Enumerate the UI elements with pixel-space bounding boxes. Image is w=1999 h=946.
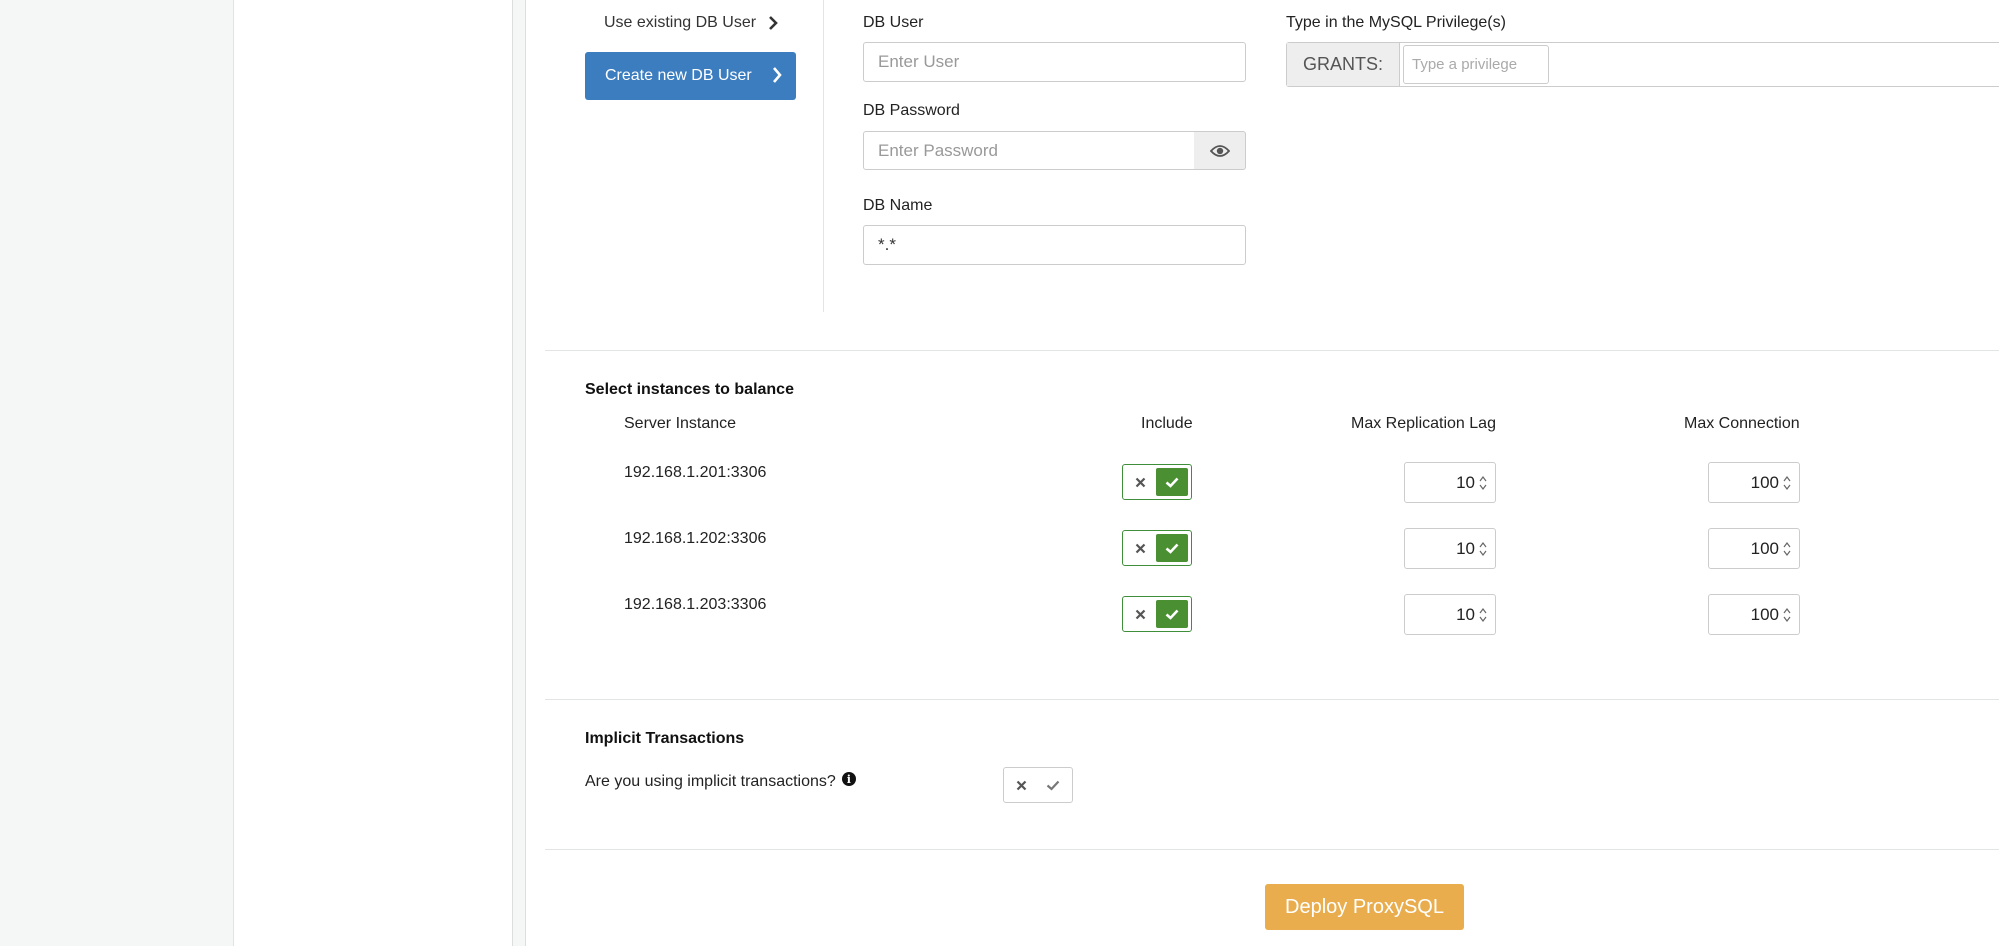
chevron-right-icon — [773, 67, 782, 83]
instances-title: Select instances to balance — [585, 381, 794, 398]
header-max-replication-lag: Max Replication Lag — [1351, 415, 1496, 432]
left-gutter — [0, 0, 234, 946]
implicit-transactions-question: Are you using implicit transactions? i — [585, 772, 856, 791]
max-connection-value: 100 — [1750, 604, 1779, 624]
create-new-label: Create new DB User — [605, 67, 752, 84]
check-icon[interactable] — [1155, 600, 1188, 628]
include-toggle[interactable] — [1122, 464, 1192, 500]
server-instance: 192.168.1.203:3306 — [624, 596, 767, 613]
chevron-right-icon — [769, 16, 778, 30]
implicit-transactions-toggle[interactable] — [1003, 767, 1073, 803]
max-replication-lag-input[interactable]: 10 — [1404, 594, 1496, 635]
middle-column — [234, 0, 512, 946]
max-connection-input[interactable]: 100 — [1708, 594, 1800, 635]
max-replication-lag-value: 10 — [1456, 538, 1475, 558]
include-toggle[interactable] — [1122, 530, 1192, 566]
create-new-db-user-button[interactable]: Create new DB User — [585, 52, 796, 100]
server-instance: 192.168.1.201:3306 — [624, 464, 767, 481]
max-connection-input[interactable]: 100 — [1708, 462, 1800, 503]
check-icon[interactable] — [1037, 771, 1069, 799]
db-name-value: *.* — [878, 235, 896, 254]
max-connection-input[interactable]: 100 — [1708, 528, 1800, 569]
deploy-proxysql-button[interactable]: Deploy ProxySQL — [1265, 884, 1464, 930]
vertical-divider — [823, 0, 824, 312]
privileges-label: Type in the MySQL Privilege(s) — [1286, 14, 1506, 31]
include-toggle[interactable] — [1122, 596, 1192, 632]
exclude-icon[interactable] — [1126, 534, 1156, 562]
info-icon[interactable]: i — [841, 772, 856, 786]
header-max-connection: Max Connection — [1684, 415, 1800, 432]
db-user-input[interactable]: Enter User — [863, 42, 1246, 82]
use-existing-db-user-option[interactable]: Use existing DB User — [604, 14, 778, 32]
max-replication-lag-input[interactable]: 10 — [1404, 528, 1496, 569]
use-existing-label: Use existing DB User — [604, 14, 757, 31]
check-icon[interactable] — [1155, 534, 1188, 562]
header-server-instance: Server Instance — [624, 415, 737, 432]
section-divider — [545, 350, 1999, 351]
spinner-icon[interactable] — [1783, 475, 1791, 491]
spinner-icon[interactable] — [1479, 475, 1487, 491]
db-password-input[interactable]: Enter Password — [863, 131, 1195, 170]
spinner-icon[interactable] — [1479, 541, 1487, 557]
section-divider — [545, 699, 1999, 700]
eye-icon — [1209, 144, 1230, 157]
exclude-icon[interactable] — [1007, 771, 1037, 799]
db-name-label: DB Name — [863, 197, 933, 214]
implicit-transactions-title: Implicit Transactions — [585, 730, 745, 747]
privileges-input-group: GRANTS: Type a privilege — [1286, 42, 1999, 87]
grants-addon: GRANTS: — [1287, 43, 1400, 86]
max-replication-lag-value: 10 — [1456, 604, 1475, 624]
db-user-placeholder: Enter User — [878, 52, 960, 71]
spinner-icon[interactable] — [1479, 607, 1487, 623]
check-icon[interactable] — [1155, 468, 1188, 496]
header-include: Include — [1141, 415, 1193, 432]
show-password-button[interactable] — [1194, 131, 1246, 170]
spinner-icon[interactable] — [1783, 541, 1791, 557]
max-connection-value: 100 — [1750, 472, 1779, 492]
privilege-input[interactable]: Type a privilege — [1403, 45, 1549, 84]
max-replication-lag-value: 10 — [1456, 472, 1475, 492]
privilege-placeholder: Type a privilege — [1412, 56, 1518, 73]
max-connection-value: 100 — [1750, 538, 1779, 558]
implicit-question-label: Are you using implicit transactions? — [585, 773, 836, 790]
db-password-placeholder: Enter Password — [878, 140, 998, 160]
db-user-label: DB User — [863, 14, 924, 31]
db-password-label: DB Password — [863, 102, 960, 119]
db-name-input[interactable]: *.* — [863, 225, 1246, 265]
exclude-icon[interactable] — [1126, 468, 1156, 496]
server-instance: 192.168.1.202:3306 — [624, 530, 767, 547]
panel-border — [512, 0, 526, 946]
exclude-icon[interactable] — [1126, 600, 1156, 628]
section-divider — [545, 849, 1999, 850]
max-replication-lag-input[interactable]: 10 — [1404, 462, 1496, 503]
spinner-icon[interactable] — [1783, 607, 1791, 623]
